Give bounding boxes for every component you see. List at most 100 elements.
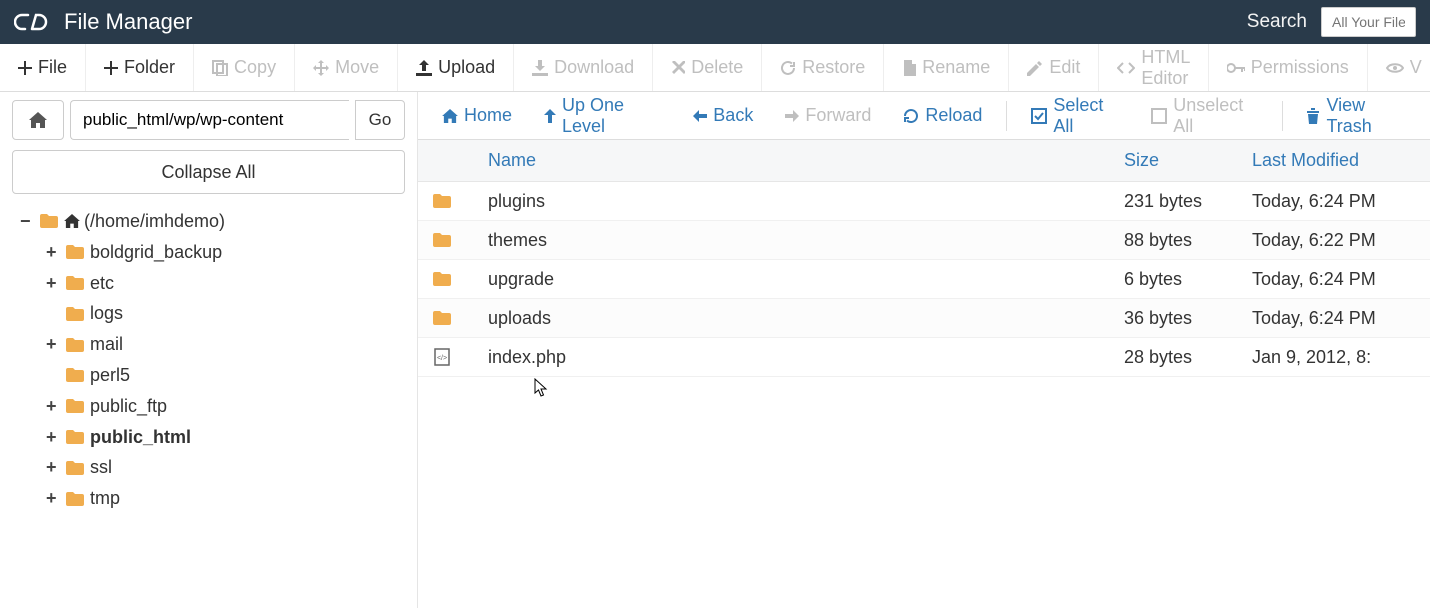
folder-icon	[66, 307, 84, 321]
uncheck-icon	[1151, 108, 1167, 124]
view-label: V	[1410, 57, 1422, 78]
copy-label: Copy	[234, 57, 276, 78]
tree-item[interactable]: + public_html	[12, 422, 405, 453]
back-icon	[693, 110, 707, 122]
nav-separator	[1282, 101, 1283, 131]
expand-icon[interactable]: +	[46, 269, 62, 298]
edit-button[interactable]: Edit	[1009, 44, 1099, 91]
nav-view-trash-button[interactable]: View Trash	[1292, 89, 1420, 143]
upload-icon	[416, 60, 432, 76]
tree-root-label: (/home/imhdemo)	[84, 207, 225, 236]
nav-home-button[interactable]: Home	[428, 99, 526, 132]
rename-icon	[902, 60, 916, 76]
download-icon	[532, 60, 548, 76]
nav-forward-label: Forward	[805, 105, 871, 126]
tree-item[interactable]: +ssl	[12, 452, 405, 483]
expand-icon[interactable]: +	[46, 484, 62, 513]
tree-root[interactable]: − (/home/imhdemo)	[12, 206, 405, 237]
download-label: Download	[554, 57, 634, 78]
table-header: Name Size Last Modified	[418, 140, 1430, 182]
go-button[interactable]: Go	[355, 100, 405, 140]
forward-icon	[785, 110, 799, 122]
nav-separator	[1006, 101, 1007, 131]
nav-unselect-all-button[interactable]: Unselect All	[1137, 89, 1271, 143]
tree-item-label: public_html	[90, 423, 191, 452]
download-button[interactable]: Download	[514, 44, 653, 91]
permissions-label: Permissions	[1251, 57, 1349, 78]
move-button[interactable]: Move	[295, 44, 398, 91]
restore-label: Restore	[802, 57, 865, 78]
folder-icon	[66, 430, 84, 444]
path-input[interactable]	[70, 100, 349, 140]
nav-view-trash-label: View Trash	[1326, 95, 1406, 137]
path-home-button[interactable]	[12, 100, 64, 140]
table-row[interactable]: plugins231 bytesToday, 6:24 PM	[418, 182, 1430, 221]
file-name: plugins	[466, 191, 1124, 212]
plus-icon	[104, 61, 118, 75]
folder-icon	[418, 272, 466, 286]
table-row[interactable]: themes88 bytesToday, 6:22 PM	[418, 221, 1430, 260]
collapse-all-button[interactable]: Collapse All	[12, 150, 405, 194]
delete-button[interactable]: Delete	[653, 44, 762, 91]
tree-item[interactable]: +mail	[12, 329, 405, 360]
copy-icon	[212, 60, 228, 76]
nav-select-all-button[interactable]: Select All	[1017, 89, 1133, 143]
folder-button[interactable]: Folder	[86, 44, 194, 91]
expand-icon[interactable]: +	[46, 330, 62, 359]
html-editor-button[interactable]: HTML Editor	[1099, 44, 1208, 91]
tree-item[interactable]: +etc	[12, 268, 405, 299]
folder-icon	[66, 338, 84, 352]
file-name: index.php	[466, 347, 1124, 368]
delete-icon	[671, 61, 685, 75]
column-name[interactable]: Name	[466, 150, 1124, 171]
svg-text:</>: </>	[437, 355, 447, 362]
nav-home-label: Home	[464, 105, 512, 126]
expand-icon[interactable]: +	[46, 238, 62, 267]
restore-button[interactable]: Restore	[762, 44, 884, 91]
check-icon	[1031, 108, 1047, 124]
table-row[interactable]: upgrade6 bytesToday, 6:24 PM	[418, 260, 1430, 299]
column-size[interactable]: Size	[1124, 150, 1252, 171]
reload-icon	[903, 108, 919, 124]
home-icon	[64, 214, 80, 228]
folder-icon	[66, 276, 84, 290]
upload-button[interactable]: Upload	[398, 44, 514, 91]
tree-item[interactable]: perl5	[12, 360, 405, 391]
file-modified: Today, 6:22 PM	[1252, 230, 1430, 251]
tree-item-label: logs	[90, 299, 123, 328]
file-button[interactable]: File	[0, 44, 86, 91]
folder-icon	[40, 214, 58, 228]
copy-button[interactable]: Copy	[194, 44, 295, 91]
tree-item[interactable]: +boldgrid_backup	[12, 237, 405, 268]
file-modified: Today, 6:24 PM	[1252, 269, 1430, 290]
tree-item[interactable]: +public_ftp	[12, 391, 405, 422]
trash-icon	[1306, 108, 1320, 124]
expand-icon[interactable]: +	[46, 423, 62, 452]
table-row[interactable]: uploads36 bytesToday, 6:24 PM	[418, 299, 1430, 338]
expand-icon[interactable]: +	[46, 392, 62, 421]
nav-select-all-label: Select All	[1053, 95, 1119, 137]
view-button[interactable]: V	[1368, 44, 1430, 91]
collapse-icon[interactable]: −	[20, 207, 36, 236]
up-icon	[544, 109, 556, 123]
folder-tree: − (/home/imhdemo) +boldgrid_backup+etclo…	[12, 206, 405, 514]
home-icon	[442, 109, 458, 123]
content-pane: Home Up One Level Back Forward Reload	[418, 92, 1430, 608]
search-input[interactable]	[1321, 7, 1416, 37]
cpanel-logo-icon	[14, 10, 50, 34]
nav-reload-button[interactable]: Reload	[889, 99, 996, 132]
file-size: 88 bytes	[1124, 230, 1252, 251]
nav-up-button[interactable]: Up One Level	[530, 89, 675, 143]
rename-button[interactable]: Rename	[884, 44, 1009, 91]
expand-icon[interactable]: +	[46, 453, 62, 482]
tree-item[interactable]: +tmp	[12, 483, 405, 514]
nav-reload-label: Reload	[925, 105, 982, 126]
permissions-button[interactable]: Permissions	[1209, 44, 1368, 91]
column-modified[interactable]: Last Modified	[1252, 150, 1430, 171]
nav-forward-button[interactable]: Forward	[771, 99, 885, 132]
tree-item[interactable]: logs	[12, 298, 405, 329]
folder-icon	[66, 492, 84, 506]
table-row[interactable]: </>index.php28 bytesJan 9, 2012, 8:	[418, 338, 1430, 377]
file-label: File	[38, 57, 67, 78]
nav-back-button[interactable]: Back	[679, 99, 767, 132]
